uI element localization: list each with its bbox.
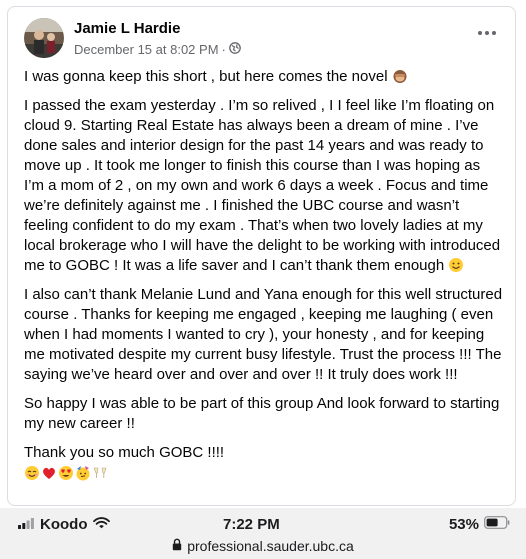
post-timestamp[interactable]: December 15 at 8:02 PM (74, 42, 219, 57)
red-heart-emoji (43, 467, 55, 479)
lock-icon (172, 538, 182, 554)
more-options-icon[interactable] (475, 27, 499, 39)
post-body: I was gonna keep this short , but here c… (24, 67, 504, 481)
closing-emoji-row (24, 465, 504, 481)
globe-icon (229, 42, 241, 57)
partying-face-emoji (76, 466, 90, 481)
smiling-face-emoji (25, 466, 39, 480)
heart-eyes-emoji (59, 466, 73, 480)
battery-info: 53% (449, 516, 510, 533)
post-paragraph: Thank you so much GOBC !!!! (24, 444, 225, 461)
clinking-glasses-emoji (93, 467, 107, 478)
post-meta: December 15 at 8:02 PM · (74, 42, 241, 57)
meta-separator: · (221, 42, 226, 57)
post-paragraph: So happy I was able to be part of this g… (24, 395, 500, 432)
post-paragraph: I was gonna keep this short , but here c… (24, 67, 504, 87)
avatar[interactable] (24, 18, 64, 58)
author-name[interactable]: Jamie L Hardie (74, 20, 180, 37)
url-text[interactable]: professional.sauder.ubc.ca (187, 538, 354, 554)
phone-status-bar: Koodo 7:22 PM 53% professional.sauder.ub… (0, 508, 526, 559)
smiling-face-emoji (449, 258, 464, 272)
post-card: Jamie L Hardie December 15 at 8:02 PM · … (7, 6, 516, 506)
battery-icon (484, 516, 510, 533)
carrier-info: Koodo (18, 516, 111, 533)
post-paragraph: I passed the exam yesterday . I’m so rel… (24, 97, 501, 274)
battery-percent: 53% (448, 516, 479, 533)
wifi-icon (93, 516, 111, 533)
carrier-name: Koodo (40, 516, 88, 533)
signal-bars-icon (18, 516, 34, 533)
clock: 7:22 PM (223, 516, 280, 533)
see-no-evil-monkey-emoji (393, 70, 407, 83)
post-paragraph: I also can’t thank Melanie Lund and Yana… (24, 286, 503, 383)
address-bar[interactable]: professional.sauder.ubc.ca (0, 538, 526, 554)
